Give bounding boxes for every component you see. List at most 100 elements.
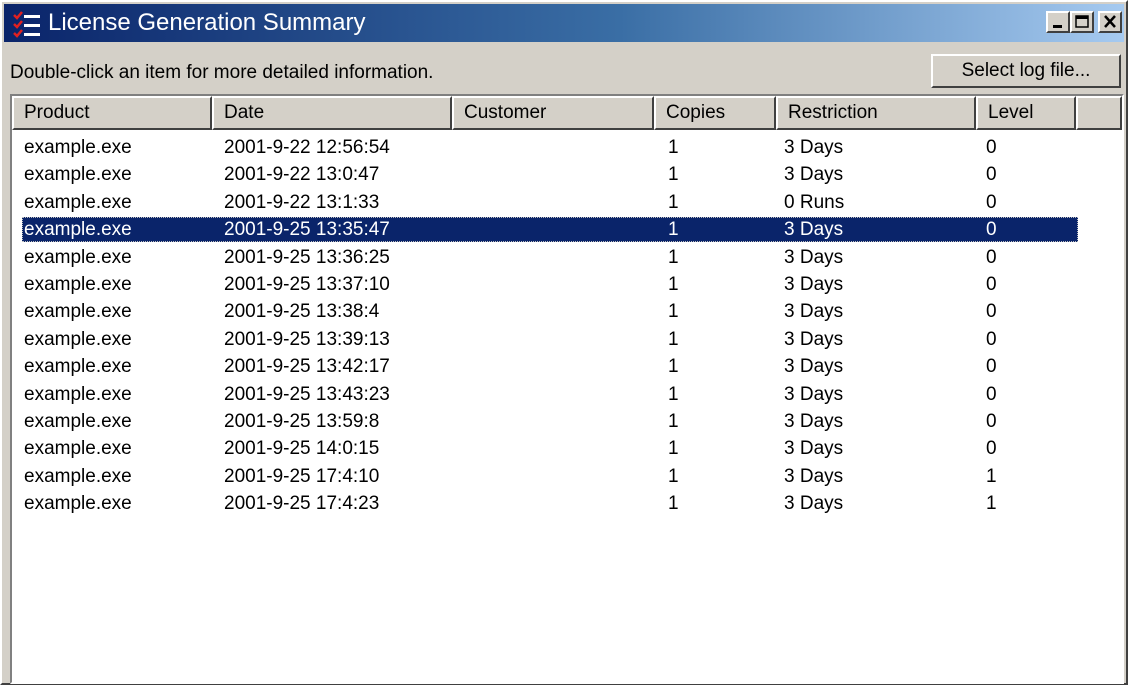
cell-restriction: 3 Days <box>784 273 844 295</box>
cell-restriction: 3 Days <box>784 301 844 323</box>
table-row[interactable]: example.exe 2001-9-22 13:1:33 1 0 Runs 0 <box>12 189 1122 216</box>
cell-level: 0 <box>986 328 997 350</box>
cell-date: 2001-9-25 13:59:8 <box>224 410 380 432</box>
cell-copies: 1 <box>668 438 679 460</box>
cell-copies: 1 <box>668 246 679 268</box>
cell-date: 2001-9-25 13:43:23 <box>224 383 390 405</box>
cell-restriction: 3 Days <box>784 164 844 186</box>
window-title: License Generation Summary <box>48 9 366 36</box>
cell-date: 2001-9-22 13:0:47 <box>224 164 380 186</box>
table-row[interactable]: example.exe 2001-9-22 13:0:47 1 3 Days 0 <box>12 161 1122 188</box>
cell-restriction: 3 Days <box>784 246 844 268</box>
toolbar: Double-click an item for more detailed i… <box>4 46 1124 92</box>
cell-date: 2001-9-25 13:36:25 <box>224 246 390 268</box>
cell-level: 0 <box>986 356 997 378</box>
cell-product: example.exe <box>24 438 132 460</box>
cell-copies: 1 <box>668 493 679 515</box>
cell-product: example.exe <box>24 383 132 405</box>
cell-restriction: 3 Days <box>784 438 844 460</box>
column-header-product[interactable]: Product <box>12 96 212 130</box>
cell-copies: 1 <box>668 383 679 405</box>
column-header-customer[interactable]: Customer <box>452 96 654 130</box>
cell-level: 0 <box>986 301 997 323</box>
cell-product: example.exe <box>24 328 132 350</box>
cell-copies: 1 <box>668 328 679 350</box>
cell-restriction: 3 Days <box>784 356 844 378</box>
table-row[interactable]: example.exe 2001-9-25 13:37:10 1 3 Days 0 <box>12 271 1122 298</box>
close-button[interactable] <box>1098 11 1122 33</box>
cell-level: 0 <box>986 191 997 213</box>
minimize-icon <box>1053 25 1062 28</box>
list-header: Product Date Customer Copies Restriction… <box>12 96 1122 130</box>
license-summary-window: License Generation Summary Double-click … <box>0 0 1128 685</box>
column-header-date[interactable]: Date <box>212 96 452 130</box>
table-row[interactable]: example.exe 2001-9-25 13:43:23 1 3 Days 0 <box>12 381 1122 408</box>
column-header-restriction[interactable]: Restriction <box>776 96 976 130</box>
select-log-file-button[interactable]: Select log file... <box>931 54 1121 88</box>
table-row[interactable]: example.exe 2001-9-25 13:39:13 1 3 Days 0 <box>12 326 1122 353</box>
cell-copies: 1 <box>668 273 679 295</box>
table-row[interactable]: example.exe 2001-9-25 13:59:8 1 3 Days 0 <box>12 408 1122 435</box>
minimize-button[interactable] <box>1046 11 1070 33</box>
cell-copies: 1 <box>668 137 679 158</box>
cell-date: 2001-9-25 13:38:4 <box>224 301 380 323</box>
cell-date: 2001-9-25 17:4:23 <box>224 493 380 515</box>
table-row[interactable]: example.exe 2001-9-25 13:38:4 1 3 Days 0 <box>12 298 1122 325</box>
cell-restriction: 3 Days <box>784 465 844 487</box>
cell-date: 2001-9-25 13:42:17 <box>224 356 390 378</box>
table-row[interactable]: example.exe 2001-9-22 12:56:54 1 3 Days 0 <box>12 134 1122 161</box>
cell-restriction: 3 Days <box>784 383 844 405</box>
cell-restriction: 0 Runs <box>784 191 845 213</box>
cell-copies: 1 <box>668 164 679 186</box>
cell-level: 0 <box>986 137 997 158</box>
column-header-filler <box>1076 96 1122 130</box>
cell-date: 2001-9-25 14:0:15 <box>224 438 380 460</box>
title-bar[interactable]: License Generation Summary <box>4 4 1124 42</box>
cell-date: 2001-9-25 13:35:47 <box>224 219 390 241</box>
license-list[interactable]: Product Date Customer Copies Restriction… <box>10 94 1124 684</box>
maximize-icon <box>1075 15 1089 28</box>
table-row[interactable]: example.exe 2001-9-25 17:4:23 1 3 Days 1 <box>12 490 1122 517</box>
cell-level: 0 <box>986 410 997 432</box>
cell-product: example.exe <box>24 164 132 186</box>
cell-product: example.exe <box>24 493 132 515</box>
cell-product: example.exe <box>24 137 132 158</box>
list-rows: example.exe 2001-9-22 12:56:54 1 3 Days 0 exa… <box>12 134 1122 517</box>
maximize-button[interactable] <box>1070 11 1094 33</box>
cell-product: example.exe <box>24 356 132 378</box>
cell-restriction: 3 Days <box>784 493 844 515</box>
cell-level: 1 <box>986 465 997 487</box>
cell-level: 0 <box>986 164 997 186</box>
column-header-level[interactable]: Level <box>976 96 1076 130</box>
app-checklist-icon[interactable] <box>12 10 42 38</box>
cell-copies: 1 <box>668 301 679 323</box>
cell-date: 2001-9-25 13:39:13 <box>224 328 390 350</box>
cell-copies: 1 <box>668 356 679 378</box>
cell-product: example.exe <box>24 191 132 213</box>
selection-highlight <box>22 217 1078 243</box>
close-icon <box>1104 15 1116 28</box>
cell-level: 0 <box>986 383 997 405</box>
cell-restriction: 3 Days <box>784 219 844 241</box>
cell-copies: 1 <box>668 219 679 241</box>
cell-copies: 1 <box>668 410 679 432</box>
cell-product: example.exe <box>24 273 132 295</box>
cell-copies: 1 <box>668 465 679 487</box>
instruction-text: Double-click an item for more detailed i… <box>10 62 434 83</box>
column-header-copies[interactable]: Copies <box>654 96 776 130</box>
cell-restriction: 3 Days <box>784 137 844 158</box>
cell-product: example.exe <box>24 465 132 487</box>
cell-product: example.exe <box>24 301 132 323</box>
cell-product: example.exe <box>24 246 132 268</box>
cell-product: example.exe <box>24 410 132 432</box>
cell-date: 2001-9-25 13:37:10 <box>224 273 390 295</box>
cell-date: 2001-9-25 17:4:10 <box>224 465 380 487</box>
cell-date: 2001-9-22 12:56:54 <box>224 137 390 158</box>
table-row[interactable]: example.exe 2001-9-25 13:36:25 1 3 Days 0 <box>12 244 1122 271</box>
table-row[interactable]: example.exe 2001-9-25 13:35:47 1 3 Days 0 <box>12 216 1122 243</box>
cell-restriction: 3 Days <box>784 410 844 432</box>
table-row[interactable]: example.exe 2001-9-25 17:4:10 1 3 Days 1 <box>12 463 1122 490</box>
cell-level: 0 <box>986 219 997 241</box>
table-row[interactable]: example.exe 2001-9-25 14:0:15 1 3 Days 0 <box>12 435 1122 462</box>
table-row[interactable]: example.exe 2001-9-25 13:42:17 1 3 Days 0 <box>12 353 1122 380</box>
